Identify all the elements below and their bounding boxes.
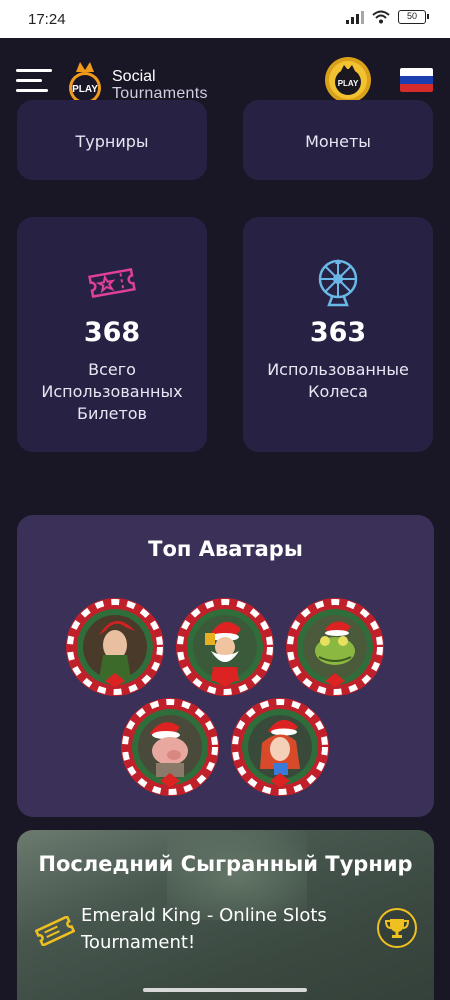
coins-card[interactable]: Монеты	[243, 100, 433, 180]
battery-icon: 50	[398, 10, 429, 24]
tickets-stat-card: 368 Всего Использованных Билетов	[17, 217, 207, 452]
hamburger-menu-button[interactable]	[16, 66, 52, 96]
trophy-icon	[384, 919, 410, 938]
home-indicator[interactable]	[143, 988, 307, 992]
brand-line-1: Social	[112, 68, 156, 85]
coins-label: Монеты	[305, 132, 371, 151]
russia-flag-icon[interactable]	[400, 68, 433, 92]
wifi-icon	[372, 10, 390, 24]
tickets-value: 368	[83, 317, 141, 348]
status-bar: 17:24 50	[0, 0, 450, 38]
svg-text:PLAY: PLAY	[338, 79, 359, 88]
avatar-pig[interactable]	[120, 697, 220, 797]
play-logo-icon[interactable]: PLAY	[66, 58, 104, 106]
brand-name: Social Tournaments	[112, 68, 208, 102]
svg-text:PLAY: PLAY	[72, 84, 98, 95]
wheels-value: 363	[309, 317, 367, 348]
tournaments-card[interactable]: Турниры	[17, 100, 207, 180]
wheels-stat-card: 363 Использованные Колеса	[243, 217, 433, 452]
last-tournament-title: Последний Сыгранный Турнир	[38, 852, 413, 876]
signal-icon	[346, 10, 364, 24]
avatar-elf-woman[interactable]	[65, 597, 165, 697]
last-tournament-card[interactable]: Последний Сыгранный Турнир Emerald King …	[17, 830, 434, 1000]
coin-icon[interactable]: PLAY	[324, 56, 372, 104]
avatar-redhead-girl[interactable]	[230, 697, 330, 797]
top-avatars-title: Топ Аватары	[148, 537, 303, 561]
trophy-button[interactable]	[377, 908, 417, 948]
avatar-frog[interactable]	[285, 597, 385, 697]
tickets-label: Всего Использованных Билетов	[41, 360, 183, 423]
avatar-santa[interactable]	[175, 597, 275, 697]
ticket-icon	[35, 916, 75, 946]
tournaments-label: Турниры	[75, 132, 149, 151]
status-time: 17:24	[28, 11, 66, 28]
last-tournament-name: Emerald King - Online Slots Tournament!	[81, 905, 327, 953]
ticket-icon	[88, 268, 136, 298]
wheel-icon	[318, 259, 358, 307]
wheels-label: Использованные Колеса	[267, 360, 409, 401]
top-avatars-card: Топ Аватары	[17, 515, 434, 817]
status-icons: 50	[346, 10, 429, 24]
